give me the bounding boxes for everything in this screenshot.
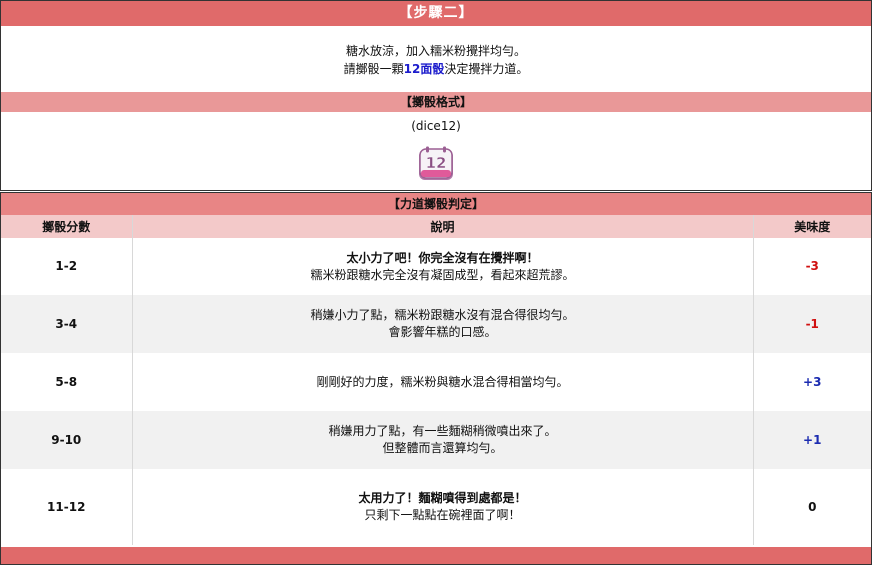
step-title: 【步驟二】 <box>1 1 871 26</box>
footer-bar <box>1 547 871 564</box>
row-description: 剛剛好的力度，糯米粉與糖水混合得相當均勻。 <box>132 353 754 411</box>
judge-title: 【力道擲骰判定】 <box>1 193 871 215</box>
column-header-score: 擲骰分數 <box>1 215 133 238</box>
row-score: 9-10 <box>1 411 133 469</box>
row-taste: +3 <box>753 353 871 411</box>
row-score: 3-4 <box>1 295 133 353</box>
column-header-taste: 美味度 <box>753 215 871 238</box>
step-description: 糖水放涼，加入糯米粉攪拌均勻。 請擲骰一顆12面骰決定攪拌力道。 <box>1 26 871 92</box>
row-description: 太小力了吧！你完全沒有在攪拌啊！ 糯米粉跟糖水完全沒有凝固成型，看起來超荒謬。 <box>132 238 754 295</box>
row-description-text: 稍嫌小力了點，糯米粉跟糖水沒有混合得很均勻。 <box>310 308 575 322</box>
dice-format-text: (dice12) <box>411 119 461 133</box>
column-header-desc: 說明 <box>132 215 754 238</box>
row-description-bold: 太用力了！麵糊噴得到處都是！ <box>358 491 527 505</box>
row-score: 1-2 <box>1 238 133 295</box>
table-row: 5-8 剛剛好的力度，糯米粉與糖水混合得相當均勻。 +3 <box>1 353 871 411</box>
row-description: 稍嫌用力了點，有一些麵糊稍微噴出來了。 但整體而言還算均勻。 <box>132 411 754 469</box>
table-row: 11-12 太用力了！麵糊噴得到處都是！ 只剩下一點點在碗裡面了啊！ 0 <box>1 469 871 545</box>
dice-icon-label: 12 <box>426 154 447 172</box>
step-panel: 【步驟二】 糖水放涼，加入糯米粉攪拌均勻。 請擲骰一顆12面骰決定攪拌力道。 【… <box>0 0 872 191</box>
row-description: 太用力了！麵糊噴得到處都是！ 只剩下一點點在碗裡面了啊！ <box>132 469 754 545</box>
table-row: 1-2 太小力了吧！你完全沒有在攪拌啊！ 糯米粉跟糖水完全沒有凝固成型，看起來超… <box>1 238 871 295</box>
format-body: (dice12) 12 <box>1 119 871 182</box>
table-row: 3-4 稍嫌小力了點，糯米粉跟糖水沒有混合得很均勻。 會影響年糕的口感。 -1 <box>1 295 871 353</box>
format-title: 【擲骰格式】 <box>1 92 871 112</box>
dice-type-highlight: 12面骰 <box>403 62 445 76</box>
step-line-2-prefix: 請擲骰一顆 <box>343 62 404 76</box>
row-taste: +1 <box>753 411 871 469</box>
row-taste: -3 <box>753 238 871 295</box>
row-score: 11-12 <box>1 469 133 545</box>
judge-table: 擲骰分數 說明 美味度 1-2 太小力了吧！你完全沒有在攪拌啊！ 糯米粉跟糖水完… <box>1 215 871 545</box>
table-row: 9-10 稍嫌用力了點，有一些麵糊稍微噴出來了。 但整體而言還算均勻。 +1 <box>1 411 871 469</box>
step-line-2-suffix: 決定攪拌力道。 <box>444 62 529 76</box>
judge-panel: 【力道擲骰判定】 擲骰分數 說明 美味度 1-2 太小力了吧！你完全沒有在攪拌啊… <box>0 192 872 565</box>
row-description-text: 糯米粉跟糖水完全沒有凝固成型，看起來超荒謬。 <box>310 267 575 282</box>
row-taste: 0 <box>753 469 871 545</box>
row-taste: -1 <box>753 295 871 353</box>
step-line-1: 糖水放涼，加入糯米粉攪拌均勻。 <box>345 44 526 58</box>
row-description: 稍嫌小力了點，糯米粉跟糖水沒有混合得很均勻。 會影響年糕的口感。 <box>132 295 754 353</box>
row-description-bold: 太小力了吧！你完全沒有在攪拌啊！ <box>346 250 539 265</box>
step-line-2: 請擲骰一顆12面骰決定攪拌力道。 <box>1 60 871 78</box>
table-header-row: 擲骰分數 說明 美味度 <box>1 215 871 238</box>
row-description-text: 剛剛好的力度，糯米粉與糖水混合得相當均勻。 <box>316 374 569 389</box>
row-description-text: 稍嫌用力了點，有一些麵糊稍微噴出來了。 <box>328 424 557 438</box>
row-description-text-2: 會影響年糕的口感。 <box>388 325 497 339</box>
row-description-text-2: 但整體而言還算均勻。 <box>382 441 503 455</box>
row-score: 5-8 <box>1 353 133 411</box>
dice12-icon: 12 <box>417 146 455 182</box>
row-description-text: 只剩下一點點在碗裡面了啊！ <box>364 508 521 522</box>
